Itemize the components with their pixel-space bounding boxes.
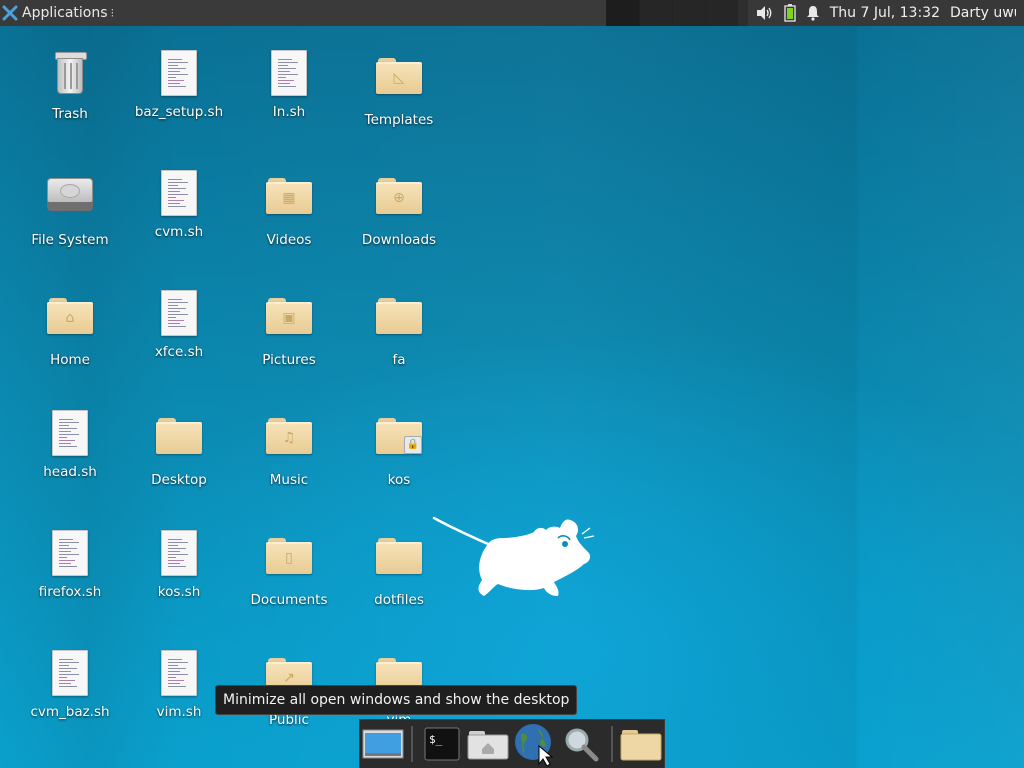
- xfce-logo-icon: [2, 5, 18, 21]
- folder-icon: [375, 538, 423, 588]
- desktop-icon-kos-sh[interactable]: kos.sh: [124, 528, 234, 600]
- search-button[interactable]: [561, 722, 603, 766]
- script-file-icon: [265, 50, 313, 100]
- hard-drive-icon: [46, 178, 94, 228]
- menu-handle-icon: ⁝: [110, 6, 115, 20]
- home-folder-button[interactable]: [467, 722, 509, 766]
- desktop-icon-label: File System: [31, 232, 109, 248]
- desktop-icon-label: Home: [50, 352, 90, 368]
- desktop-icon-label: Templates: [364, 112, 434, 128]
- desktop-icon-label: Desktop: [151, 472, 207, 488]
- desktop-icon-videos[interactable]: ▦ Videos: [234, 168, 344, 248]
- bottom-dock: $_: [359, 719, 665, 768]
- desktop-icon-label: Videos: [266, 232, 312, 248]
- terminal-button[interactable]: $_: [420, 722, 462, 766]
- show-desktop-tooltip: Minimize all open windows and show the d…: [215, 685, 578, 715]
- script-file-icon: [46, 530, 94, 580]
- script-file-icon: [46, 410, 94, 460]
- desktop-icon-kos[interactable]: 🔒 kos: [344, 408, 454, 488]
- xfce-mouse-logo: [432, 516, 595, 596]
- script-file-icon: [155, 290, 203, 340]
- clock[interactable]: Thu 7 Jul, 13:32: [830, 5, 940, 21]
- battery-icon[interactable]: [784, 4, 796, 22]
- music-folder-icon: ♫: [265, 418, 313, 468]
- search-icon: [565, 728, 599, 762]
- desktop-icon-label: Music: [269, 472, 309, 488]
- desktop-icon-label: kos.sh: [157, 584, 201, 600]
- desktop-icon-xfce-sh[interactable]: xfce.sh: [124, 288, 234, 360]
- desktop-icon-firefox-sh[interactable]: firefox.sh: [15, 528, 125, 600]
- web-browser-button[interactable]: [513, 722, 557, 766]
- script-file-icon: [155, 530, 203, 580]
- desktop-icon-label: baz_setup.sh: [134, 104, 224, 120]
- documents-folder-icon: ▯: [265, 538, 313, 588]
- desktop-icon-templates[interactable]: ◺ Templates: [344, 48, 454, 128]
- workspace-switcher[interactable]: [606, 0, 738, 26]
- desktop-icon-home[interactable]: ⌂ Home: [15, 288, 125, 368]
- applications-menu-button[interactable]: Applications ⁝: [0, 0, 606, 26]
- file-manager-button[interactable]: [620, 722, 662, 766]
- pictures-folder-icon: ▣: [265, 298, 313, 348]
- desktop-icon-label: cvm.sh: [154, 224, 204, 240]
- volume-icon[interactable]: [756, 5, 774, 21]
- show-desktop-icon: [362, 729, 404, 759]
- script-file-icon: [155, 50, 203, 100]
- desktop-icon-label: xfce.sh: [154, 344, 204, 360]
- terminal-prompt: $_: [429, 733, 443, 746]
- desktop-icon-label: Trash: [52, 106, 88, 122]
- home-folder-icon: ⌂: [46, 298, 94, 348]
- desktop-icon-label: cvm_baz.sh: [30, 704, 110, 720]
- dock-separator: [411, 726, 414, 762]
- desktop-icon-label: fa: [392, 352, 406, 368]
- applications-label: Applications: [22, 5, 108, 21]
- folder-icon: [375, 298, 423, 348]
- trash-icon: [46, 52, 94, 102]
- locked-folder-icon: 🔒: [375, 418, 423, 468]
- workspace-3[interactable]: [672, 0, 705, 26]
- desktop-icon-in-sh[interactable]: In.sh: [234, 48, 344, 120]
- script-file-icon: [155, 650, 203, 700]
- videos-folder-icon: ▦: [265, 178, 313, 228]
- top-panel: Applications ⁝ Thu 7 Jul, 13:32 Darty uw…: [0, 0, 1024, 26]
- system-tray: Thu 7 Jul, 13:32 Darty uwu: [747, 0, 1024, 26]
- desktop-icon-cvm-baz-sh[interactable]: cvm_baz.sh: [15, 648, 125, 720]
- templates-folder-icon: ◺: [375, 58, 423, 108]
- dock-separator: [610, 726, 613, 762]
- desktop-icon-baz-setup-sh[interactable]: baz_setup.sh: [124, 48, 234, 120]
- folder-icon: [620, 730, 662, 761]
- desktop-icon-label: Documents: [250, 592, 328, 608]
- desktop-icon-file-system[interactable]: File System: [15, 168, 125, 248]
- bell-icon[interactable]: [806, 5, 820, 21]
- desktop-icon-music[interactable]: ♫ Music: [234, 408, 344, 488]
- desktop-icon-label: firefox.sh: [38, 584, 102, 600]
- desktop-icon-label: head.sh: [43, 464, 97, 480]
- desktop-icon-downloads[interactable]: ⊕ Downloads: [344, 168, 454, 248]
- desktop-icon-trash[interactable]: Trash: [15, 48, 125, 122]
- desktop-icon-cvm-sh[interactable]: cvm.sh: [124, 168, 234, 240]
- workspace-1[interactable]: [606, 0, 639, 26]
- show-desktop-button[interactable]: [362, 722, 404, 766]
- web-browser-icon: [515, 724, 554, 766]
- desktop-icon-head-sh[interactable]: head.sh: [15, 408, 125, 480]
- workspace-2[interactable]: [639, 0, 672, 26]
- desktop-icon-pictures[interactable]: ▣ Pictures: [234, 288, 344, 368]
- script-file-icon: [46, 650, 94, 700]
- desktop-icon-label: kos: [387, 472, 411, 488]
- home-folder-icon: [467, 731, 509, 760]
- desktop-icon-label: Pictures: [262, 352, 316, 368]
- user-menu[interactable]: Darty uwu: [950, 5, 1016, 21]
- terminal-icon: $_: [424, 727, 460, 761]
- workspace-4[interactable]: [705, 0, 738, 26]
- desktop-icon-documents[interactable]: ▯ Documents: [234, 528, 344, 608]
- desktop-icon-fa[interactable]: fa: [344, 288, 454, 368]
- downloads-folder-icon: ⊕: [375, 178, 423, 228]
- desktop-icon-desktop[interactable]: Desktop: [124, 408, 234, 488]
- folder-icon: [155, 418, 203, 468]
- desktop-icon-label: In.sh: [272, 104, 306, 120]
- desktop-icon-label: Downloads: [361, 232, 437, 248]
- script-file-icon: [155, 170, 203, 220]
